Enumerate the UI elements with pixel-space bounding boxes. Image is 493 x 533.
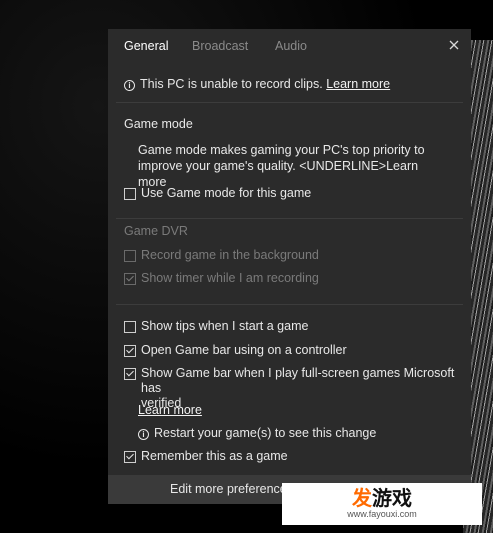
show-gamebar-fullscreen-row[interactable]: Show Game bar when I play full-screen ga…: [124, 366, 471, 410]
remember-label: Remember this as a game: [141, 449, 288, 463]
record-background-label: Record game in the background: [141, 248, 319, 262]
settings-tabs: General Broadcast Audio: [108, 29, 471, 62]
record-notice: i This PC is unable to record clips. Lear…: [124, 77, 390, 91]
watermark-brand: 发游戏: [352, 489, 412, 509]
show-tips-checkbox[interactable]: [124, 321, 136, 333]
game-bar-settings-panel: General Broadcast Audio i This PC is unab…: [108, 29, 471, 504]
tab-audio[interactable]: Audio: [275, 39, 307, 53]
remember-row[interactable]: Remember this as a game: [124, 449, 288, 465]
watermark-logo: 发游戏 www.fayouxi.com: [282, 483, 482, 525]
watermark-brand-b: 游戏: [372, 488, 412, 510]
record-background-checkbox: [124, 250, 136, 262]
game-mode-heading: Game mode: [124, 117, 193, 131]
show-timer-checkbox: [124, 273, 136, 285]
info-icon: i: [138, 429, 149, 440]
game-mode-checkbox-label: Use Game mode for this game: [141, 186, 312, 200]
watermark-url: www.fayouxi.com: [347, 509, 417, 519]
divider: [116, 304, 463, 305]
game-dvr-heading: Game DVR: [124, 224, 188, 238]
game-mode-checkbox-row[interactable]: Use Game mode for this game: [124, 186, 311, 202]
tab-broadcast[interactable]: Broadcast: [192, 39, 248, 53]
divider: [116, 102, 463, 103]
show-gamebar-fullscreen-checkbox[interactable]: [124, 368, 136, 380]
game-mode-desc-line1: Game mode makes gaming your PC's top pri…: [138, 143, 425, 157]
learn-more-link[interactable]: Learn more: [138, 403, 202, 417]
watermark-brand-a: 发: [352, 488, 372, 510]
game-mode-description: Game mode makes gaming your PC's top pri…: [138, 142, 438, 190]
info-icon: i: [124, 80, 135, 91]
show-timer-label: Show timer while I am recording: [141, 271, 319, 285]
open-gamebar-row[interactable]: Open Game bar using on a controller: [124, 343, 347, 359]
record-background-row: Record game in the background: [124, 248, 319, 264]
open-gamebar-label: Open Game bar using on a controller: [141, 343, 347, 357]
show-tips-label: Show tips when I start a game: [141, 319, 309, 333]
show-gamebar-line1: Show Game bar when I play full-screen ga…: [141, 366, 455, 395]
restart-note-text: Restart your game(s) to see this change: [154, 426, 377, 440]
open-gamebar-checkbox[interactable]: [124, 345, 136, 357]
show-tips-row[interactable]: Show tips when I start a game: [124, 319, 308, 335]
notice-learn-more-link[interactable]: Learn more: [326, 77, 390, 91]
tab-general[interactable]: General: [124, 39, 168, 53]
notice-text: This PC is unable to record clips.: [140, 77, 323, 91]
restart-note: i Restart your game(s) to see this change: [138, 426, 376, 440]
close-icon[interactable]: [447, 38, 461, 52]
game-mode-checkbox[interactable]: [124, 188, 136, 200]
show-timer-row: Show timer while I am recording: [124, 271, 319, 287]
remember-checkbox[interactable]: [124, 451, 136, 463]
divider: [116, 218, 463, 219]
